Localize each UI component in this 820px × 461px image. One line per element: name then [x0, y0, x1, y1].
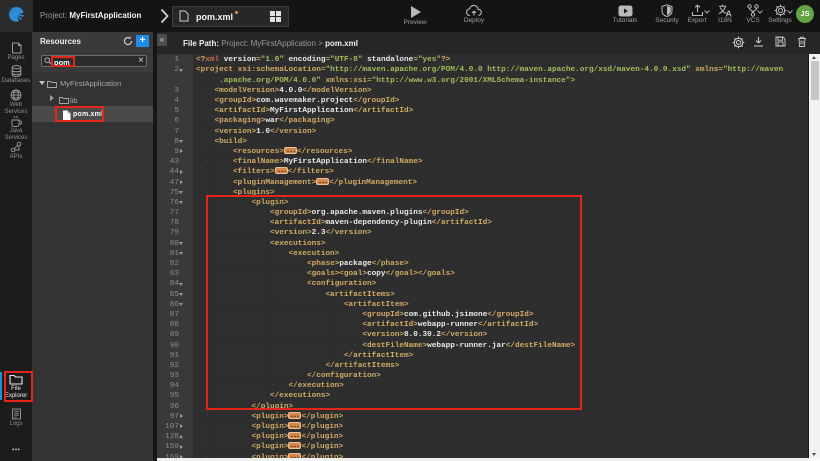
svg-text:A: A: [725, 9, 731, 18]
